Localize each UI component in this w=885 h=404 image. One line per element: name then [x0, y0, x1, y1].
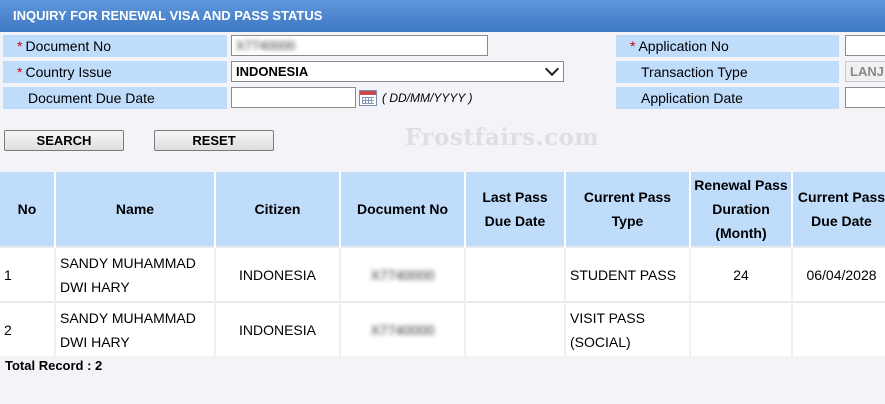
cell-current-pass-type: VISIT PASS (SOCIAL)	[564, 301, 690, 356]
country-issue-select[interactable]: INDONESIA	[231, 61, 564, 82]
col-header-document-no: Document No	[339, 172, 465, 247]
cell-name: SANDY MUHAMMAD DWI HARY	[54, 246, 215, 302]
document-no-label: * Document No	[3, 35, 227, 57]
page-title: INQUIRY FOR RENEWAL VISA AND PASS STATUS	[13, 8, 323, 23]
total-record-count: Total Record : 2	[5, 358, 103, 373]
table-row: 1 SANDY MUHAMMAD DWI HARY INDONESIA X774…	[0, 246, 885, 302]
document-due-date-label: Document Due Date	[3, 87, 227, 109]
page-header: INQUIRY FOR RENEWAL VISA AND PASS STATUS	[0, 0, 885, 32]
reset-button[interactable]: RESET	[154, 130, 274, 151]
calendar-icon[interactable]	[359, 90, 377, 106]
cell-no: 1	[0, 246, 55, 302]
col-header-no: No	[0, 172, 55, 247]
cell-document-no: X7740000	[339, 301, 465, 356]
col-header-last-pass-due-date: Last Pass Due Date	[464, 172, 565, 247]
transaction-type-field: LANJ	[845, 61, 885, 82]
search-button[interactable]: SEARCH	[4, 130, 124, 151]
cell-no: 2	[0, 301, 55, 356]
required-marker: *	[17, 38, 23, 54]
cell-document-no: X7740000	[339, 246, 465, 302]
chevron-down-icon	[544, 61, 560, 77]
application-no-input[interactable]	[845, 35, 885, 56]
document-no-input[interactable]: X7740000	[231, 35, 488, 56]
country-issue-label: * Country Issue	[3, 61, 227, 83]
application-date-label: Application Date	[616, 87, 839, 109]
country-issue-value: INDONESIA	[236, 64, 309, 79]
col-header-citizen: Citizen	[214, 172, 340, 247]
col-header-current-pass-due-date: Current Pass Due Date	[791, 172, 885, 247]
required-marker: *	[630, 38, 636, 54]
cell-current-pass-type: STUDENT PASS	[564, 246, 690, 302]
cell-current-pass-due-date: 06/04/2028	[791, 246, 885, 302]
transaction-type-label: Transaction Type	[616, 61, 839, 83]
col-header-name: Name	[54, 172, 215, 247]
document-no-redacted: X7740000	[370, 266, 435, 283]
col-header-renewal-duration: Renewal Pass Duration (Month)	[689, 172, 792, 247]
document-due-date-input[interactable]	[231, 87, 356, 108]
application-date-input[interactable]	[845, 87, 885, 108]
cell-citizen: INDONESIA	[214, 301, 340, 356]
col-header-current-pass-type: Current Pass Type	[564, 172, 690, 247]
cell-name: SANDY MUHAMMAD DWI HARY	[54, 301, 215, 356]
table-row: 2 SANDY MUHAMMAD DWI HARY INDONESIA X774…	[0, 301, 885, 356]
cell-renewal-duration: 24	[689, 246, 792, 302]
document-no-redacted: X7740000	[370, 321, 435, 338]
results-table: No Name Citizen Document No Last Pass Du…	[0, 172, 885, 356]
table-header-row: No Name Citizen Document No Last Pass Du…	[0, 172, 885, 247]
application-no-label: * Application No	[616, 35, 839, 57]
document-no-value: X7740000	[236, 38, 296, 53]
cell-last-pass-due-date	[464, 301, 565, 356]
cell-renewal-duration	[689, 301, 792, 356]
watermark: Frostfairs.com	[405, 124, 600, 151]
required-marker: *	[17, 64, 23, 80]
date-format-hint: ( DD/MM/YYYY )	[382, 91, 473, 105]
cell-last-pass-due-date	[464, 246, 565, 302]
cell-current-pass-due-date	[791, 301, 885, 356]
cell-citizen: INDONESIA	[214, 246, 340, 302]
